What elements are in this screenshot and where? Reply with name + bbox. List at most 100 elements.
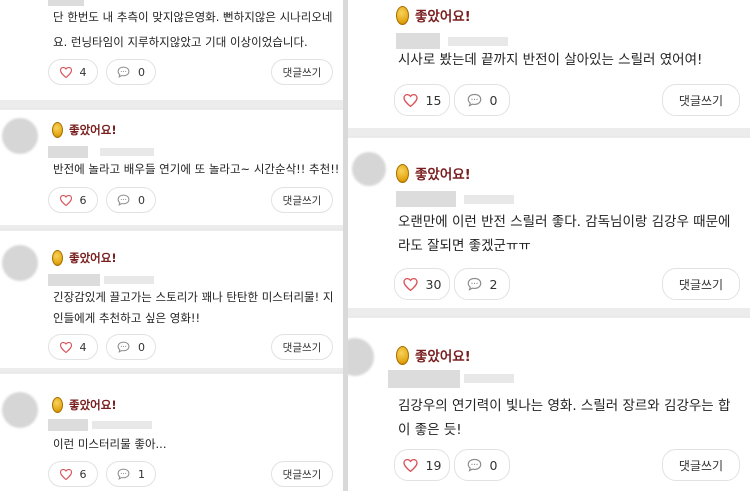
blurred-username bbox=[388, 370, 460, 388]
rating-badge: 좋았어요! bbox=[52, 250, 117, 266]
review-card: 좋았어요! 반전에 놀라고 배우들 연기에 또 놀라고~ 시간순삭!! 추천!!… bbox=[0, 110, 343, 225]
avatar bbox=[2, 118, 38, 154]
review-text-line: 라도 잘되면 좋겠군ㅠㅠ bbox=[398, 238, 531, 254]
review-text-line: 이 좋은 듯! bbox=[398, 422, 462, 438]
avatar bbox=[2, 245, 38, 281]
comment-button[interactable]: 1 bbox=[106, 461, 156, 487]
review-text-line: 반전에 놀라고 배우들 연기에 또 놀라고~ 시간순삭!! 추천!! bbox=[53, 162, 340, 176]
like-button[interactable]: 6 bbox=[48, 187, 98, 213]
comment-button[interactable]: 0 bbox=[106, 334, 156, 360]
reply-button[interactable]: 댓글쓰기 bbox=[662, 84, 740, 116]
comment-count: 2 bbox=[489, 276, 498, 292]
gold-coin-icon bbox=[396, 5, 409, 25]
gold-coin-icon bbox=[52, 122, 63, 138]
rating-label: 좋았어요! bbox=[69, 398, 117, 412]
rating-label: 좋았어요! bbox=[69, 251, 117, 265]
blurred-date bbox=[464, 195, 514, 204]
blurred-date bbox=[92, 421, 152, 429]
like-button[interactable]: 4 bbox=[48, 334, 98, 360]
speech-bubble-icon bbox=[117, 194, 130, 206]
speech-bubble-icon bbox=[117, 66, 130, 78]
divider bbox=[0, 229, 343, 230]
comment-button[interactable]: 0 bbox=[106, 187, 156, 213]
divider bbox=[0, 108, 343, 109]
avatar bbox=[348, 338, 374, 376]
comment-button[interactable]: 0 bbox=[454, 449, 510, 481]
rating-badge: 좋았어요! bbox=[396, 345, 471, 365]
reply-button[interactable]: 댓글쓰기 bbox=[271, 334, 333, 360]
comment-count: 0 bbox=[138, 340, 145, 354]
rating-label: 좋았어요! bbox=[415, 349, 471, 365]
reply-button[interactable]: 댓글쓰기 bbox=[662, 268, 740, 300]
like-count: 19 bbox=[425, 457, 442, 473]
rating-label: 좋았어요! bbox=[69, 123, 117, 137]
review-card: 단 한번도 내 추측이 맞지않은영화. 뻔하지않은 시나리오네 요. 런닝타임이… bbox=[0, 0, 343, 100]
like-count: 4 bbox=[79, 65, 87, 79]
rating-badge: 좋았어요! bbox=[52, 122, 117, 138]
heart-icon bbox=[402, 93, 418, 107]
gold-coin-icon bbox=[396, 163, 409, 183]
speech-bubble-icon bbox=[467, 458, 481, 472]
like-button[interactable]: 15 bbox=[394, 84, 450, 116]
blurred-date bbox=[448, 37, 508, 46]
blurred-username bbox=[48, 274, 100, 286]
like-button[interactable]: 30 bbox=[394, 268, 450, 300]
rating-badge: 좋았어요! bbox=[52, 397, 117, 413]
left-review-column: 단 한번도 내 추측이 맞지않은영화. 뻔하지않은 시나리오네 요. 런닝타임이… bbox=[0, 0, 343, 491]
review-card: 좋았어요! 긴장감있게 끌고가는 스토리가 꽤나 탄탄한 미스터리물! 지 인들… bbox=[0, 231, 343, 368]
gold-coin-icon bbox=[396, 345, 409, 365]
blurred-username bbox=[396, 33, 440, 49]
divider bbox=[0, 372, 343, 373]
comment-count: 0 bbox=[138, 65, 145, 79]
rating-badge: 좋았어요! bbox=[396, 163, 471, 183]
blurred-date bbox=[104, 276, 154, 284]
rating-label: 좋았어요! bbox=[415, 9, 471, 25]
blurred-username bbox=[48, 0, 84, 6]
like-button[interactable]: 4 bbox=[48, 59, 98, 85]
heart-icon bbox=[59, 468, 72, 480]
like-count: 6 bbox=[79, 467, 87, 481]
speech-bubble-icon bbox=[117, 341, 130, 353]
like-button[interactable]: 19 bbox=[394, 449, 450, 481]
like-button[interactable]: 6 bbox=[48, 461, 98, 487]
speech-bubble-icon bbox=[467, 277, 481, 291]
comment-button[interactable]: 0 bbox=[106, 59, 156, 85]
comment-button[interactable]: 0 bbox=[454, 84, 510, 116]
divider bbox=[348, 136, 750, 137]
reply-button[interactable]: 댓글쓰기 bbox=[271, 187, 333, 213]
review-text-line: 김강우의 연기력이 빛나는 영화. 스릴러 장르와 김강우는 합 bbox=[398, 398, 731, 414]
heart-icon bbox=[402, 277, 418, 291]
comment-button[interactable]: 2 bbox=[454, 268, 510, 300]
reply-button[interactable]: 댓글쓰기 bbox=[662, 449, 740, 481]
review-card: 좋았어요! 오랜만에 이런 반전 스릴러 좋다. 감독님이랑 김강우 때문에 라… bbox=[348, 138, 750, 308]
heart-icon bbox=[59, 194, 72, 206]
like-count: 4 bbox=[79, 340, 87, 354]
like-count: 30 bbox=[425, 276, 442, 292]
divider bbox=[348, 316, 750, 317]
reply-button[interactable]: 댓글쓰기 bbox=[271, 461, 333, 487]
blurred-date bbox=[464, 374, 514, 383]
review-text-line: 이런 미스터리물 좋아... bbox=[53, 437, 167, 451]
speech-bubble-icon bbox=[117, 468, 130, 480]
comment-count: 1 bbox=[138, 467, 145, 481]
gold-coin-icon bbox=[52, 397, 63, 413]
comment-count: 0 bbox=[489, 92, 498, 108]
review-card: 좋았어요! 김강우의 연기력이 빛나는 영화. 스릴러 장르와 김강우는 합 이… bbox=[348, 318, 750, 491]
heart-icon bbox=[402, 458, 418, 472]
review-text-line: 긴장감있게 끌고가는 스토리가 꽤나 탄탄한 미스터리물! 지 bbox=[53, 290, 334, 304]
right-review-column: 좋았어요! 시사로 봤는데 끝까지 반전이 살아있는 스릴러 였어여! 15 0… bbox=[348, 0, 750, 491]
reply-button[interactable]: 댓글쓰기 bbox=[271, 59, 333, 85]
review-card: 좋았어요! 시사로 봤는데 끝까지 반전이 살아있는 스릴러 였어여! 15 0… bbox=[348, 0, 750, 128]
review-text-line: 오랜만에 이런 반전 스릴러 좋다. 감독님이랑 김강우 때문에 bbox=[398, 214, 731, 230]
review-card: 좋았어요! 이런 미스터리물 좋아... 6 1 댓글쓰기 bbox=[0, 374, 343, 491]
heart-icon bbox=[59, 341, 72, 353]
review-text-line: 단 한번도 내 추측이 맞지않은영화. 뻔하지않은 시나리오네 bbox=[53, 10, 333, 24]
like-count: 6 bbox=[79, 193, 87, 207]
blurred-date bbox=[100, 148, 154, 156]
avatar bbox=[2, 392, 38, 428]
review-text-line: 요. 런닝타임이 지루하지않았고 기대 이상이었습니다. bbox=[53, 35, 308, 49]
speech-bubble-icon bbox=[467, 93, 481, 107]
comment-count: 0 bbox=[489, 457, 498, 473]
review-text-line: 시사로 봤는데 끝까지 반전이 살아있는 스릴러 였어여! bbox=[398, 52, 703, 68]
heart-icon bbox=[59, 66, 72, 78]
